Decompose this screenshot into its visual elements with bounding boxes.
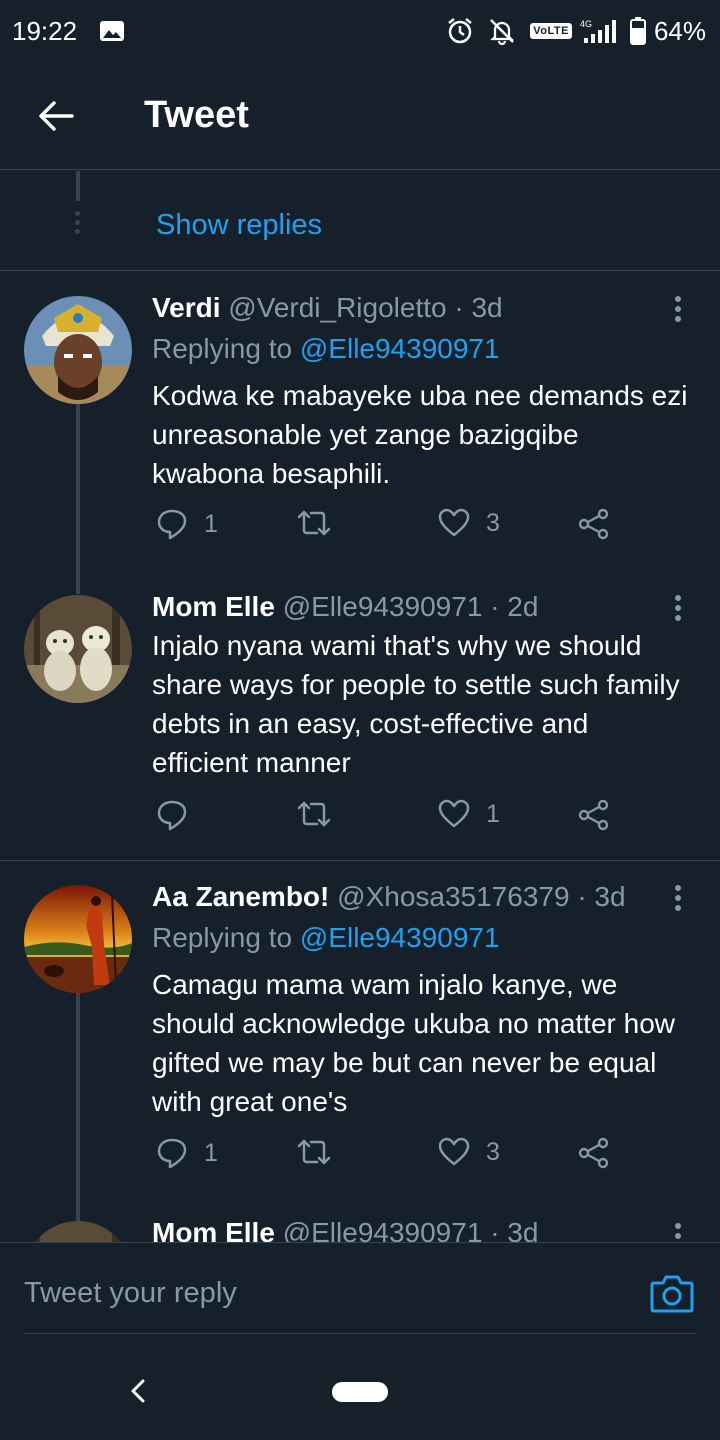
- tweet-mom-elle-2[interactable]: Mom Elle @Elle94390971 · 3d: [0, 1201, 720, 1242]
- tweet-time: · 3d: [577, 881, 626, 912]
- svg-text:4G: 4G: [580, 19, 592, 29]
- arrow-left-icon: [39, 100, 74, 131]
- nav-back-button[interactable]: [128, 1378, 148, 1409]
- thread-line: [76, 404, 80, 594]
- status-time: 19:22: [12, 15, 78, 46]
- share-icon: [578, 1137, 609, 1169]
- status-bar: 19:22 VoLTE 4G 64%: [0, 0, 720, 62]
- heart-icon: [438, 508, 470, 537]
- tweet-time: · 3d: [454, 292, 503, 323]
- more-options-button[interactable]: [668, 595, 688, 625]
- top-app-bar: Tweet: [0, 62, 720, 170]
- tweet-aa-zanembo[interactable]: Aa Zanembo! @Xhosa35176379 · 3d Replying…: [0, 861, 720, 1242]
- replying-prefix: Replying to: [152, 922, 293, 953]
- avatar[interactable]: [24, 1221, 132, 1242]
- like-count: 3: [486, 1137, 500, 1166]
- nav-home-pill[interactable]: [332, 1382, 388, 1402]
- battery-icon: [629, 17, 646, 45]
- system-nav-bar: [0, 1334, 720, 1440]
- author-name[interactable]: Verdi: [152, 292, 220, 323]
- battery-percentage: 64%: [653, 15, 706, 46]
- author-handle: @Elle94390971: [282, 1217, 483, 1242]
- avatar[interactable]: [24, 595, 132, 703]
- like-button[interactable]: 3: [438, 1137, 500, 1167]
- like-count: 3: [486, 508, 500, 537]
- more-options-button[interactable]: [668, 1223, 688, 1242]
- retweet-icon: [297, 801, 331, 827]
- alarm-icon: [446, 17, 474, 45]
- replying-mention[interactable]: @Elle94390971: [300, 333, 500, 364]
- reply-count: 1: [204, 1138, 218, 1167]
- tweet-time: · 3d: [490, 1217, 539, 1242]
- tweet-verdi[interactable]: Verdi @Verdi_Rigoletto · 3d Replying to …: [0, 272, 720, 594]
- camera-button[interactable]: [650, 1273, 694, 1313]
- author-handle: @Elle94390971: [282, 591, 483, 622]
- share-icon: [578, 799, 609, 831]
- author-name[interactable]: Aa Zanembo!: [152, 881, 329, 912]
- show-replies-row: Show replies: [0, 171, 720, 271]
- back-button[interactable]: [28, 88, 84, 144]
- signal-icon: 4G: [580, 18, 620, 44]
- page-title: Tweet: [144, 94, 249, 136]
- replying-to: Replying to @Elle94390971: [152, 333, 500, 365]
- reply-button[interactable]: 1: [156, 508, 218, 540]
- share-button[interactable]: [578, 508, 610, 540]
- author-name[interactable]: Mom Elle: [152, 1217, 275, 1242]
- reply-button[interactable]: [156, 799, 204, 831]
- retweet-button[interactable]: [296, 1137, 348, 1167]
- reply-icon: [157, 800, 187, 831]
- like-button[interactable]: 1: [438, 799, 500, 829]
- tweet-header: Mom Elle @Elle94390971 · 2d: [152, 591, 538, 623]
- author-handle: @Verdi_Rigoletto: [228, 292, 447, 323]
- avatar[interactable]: [24, 885, 132, 993]
- heart-icon: [438, 1137, 470, 1166]
- reply-icon: [157, 509, 187, 540]
- share-button[interactable]: [578, 1137, 610, 1169]
- tweet-header: Mom Elle @Elle94390971 · 3d: [152, 1217, 538, 1242]
- image-icon: [99, 20, 125, 42]
- camera-icon: [650, 1275, 694, 1313]
- volte-badge: VoLTE: [530, 23, 572, 39]
- retweet-icon: [297, 1139, 331, 1165]
- replying-prefix: Replying to: [152, 333, 293, 364]
- replying-to: Replying to @Elle94390971: [152, 922, 500, 954]
- tweet-header: Aa Zanembo! @Xhosa35176379 · 3d: [152, 881, 626, 913]
- tweet-actions: 1 3: [152, 1137, 632, 1181]
- heart-icon: [438, 799, 470, 828]
- like-count: 1: [486, 799, 500, 828]
- replying-mention[interactable]: @Elle94390971: [300, 922, 500, 953]
- tweet-header: Verdi @Verdi_Rigoletto · 3d: [152, 292, 503, 324]
- author-handle: @Xhosa35176379: [337, 881, 570, 912]
- more-options-button[interactable]: [668, 296, 688, 326]
- reply-icon: [157, 1138, 187, 1169]
- thread-line: [76, 171, 80, 201]
- reply-count: 1: [204, 509, 218, 538]
- share-button[interactable]: [578, 799, 610, 831]
- thread-ellipsis: [74, 211, 82, 238]
- retweet-button[interactable]: [296, 799, 348, 829]
- tweet-text: Kodwa ke mabayeke uba nee demands ezi un…: [152, 380, 688, 489]
- reply-button[interactable]: 1: [156, 1137, 218, 1169]
- notifications-off-icon: [488, 17, 516, 45]
- reply-input[interactable]: Tweet your reply: [24, 1277, 237, 1310]
- tweet-actions: 1: [152, 799, 632, 843]
- conversation-list: Show replies Verdi @Verdi_Rigoletto · 3d: [0, 171, 720, 1242]
- show-replies-link[interactable]: Show replies: [156, 209, 322, 242]
- like-button[interactable]: 3: [438, 508, 500, 538]
- retweet-icon: [297, 510, 331, 536]
- avatar[interactable]: [24, 296, 132, 404]
- retweet-button[interactable]: [296, 508, 348, 538]
- more-options-button[interactable]: [668, 885, 688, 915]
- tweet-text: Injalo nyana wami that's why we should s…: [152, 630, 680, 778]
- tweet-time: · 2d: [490, 591, 539, 622]
- tweet-actions: 1 3: [152, 508, 632, 552]
- reply-composer[interactable]: Tweet your reply: [0, 1242, 720, 1335]
- author-name[interactable]: Mom Elle: [152, 591, 275, 622]
- tweet-text: Camagu mama wam injalo kanye, we should …: [152, 969, 676, 1117]
- chevron-left-icon: [131, 1379, 145, 1403]
- tweet-mom-elle[interactable]: Mom Elle @Elle94390971 · 2d Injalo nyana…: [0, 571, 720, 859]
- share-icon: [578, 508, 609, 540]
